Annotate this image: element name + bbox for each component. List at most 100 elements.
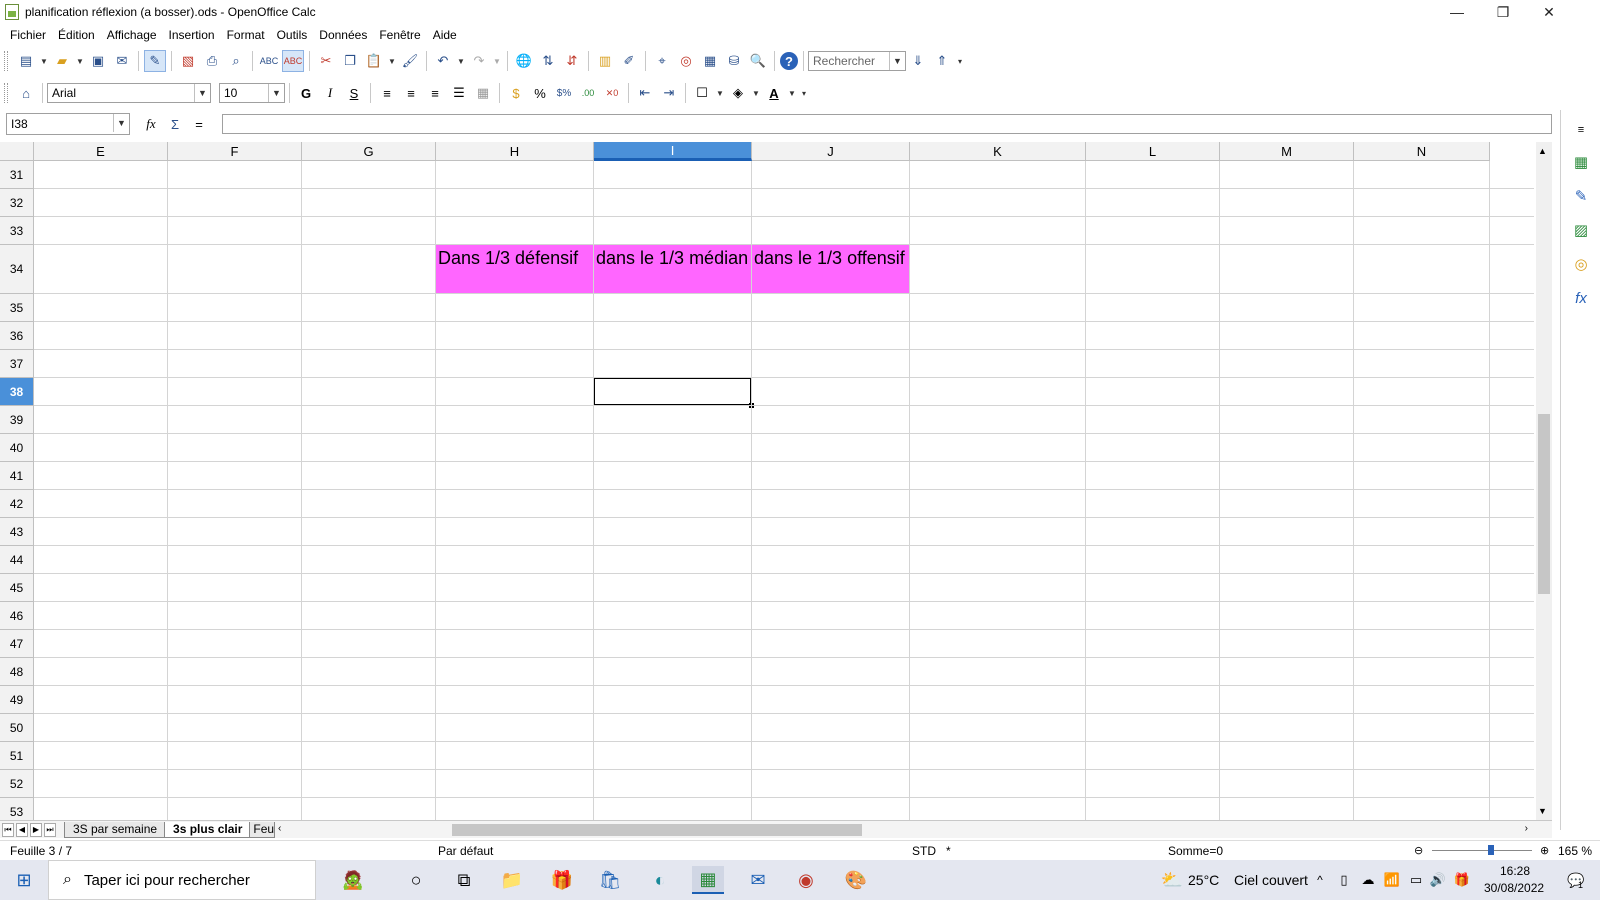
row-header-48[interactable]: 48 [0,658,34,686]
paste-dropdown-icon[interactable]: ▼ [387,50,397,72]
row-header-44[interactable]: 44 [0,546,34,574]
row-header-46[interactable]: 46 [0,602,34,630]
new-document-icon[interactable]: ▤ [15,50,37,72]
vertical-scrollbar[interactable]: ▲ ▼ [1536,142,1552,820]
font-color-icon[interactable]: A [763,82,785,104]
menu-affichage[interactable]: Affichage [101,28,163,42]
tray-app-icon[interactable]: 🎁 [1446,866,1478,894]
toolbar-overflow-icon[interactable]: ▾ [799,82,809,104]
help-icon[interactable]: ? [780,52,798,70]
chrome-browser-icon[interactable]: ◉ [790,866,822,894]
gift-app-icon[interactable]: 🎁 [546,866,578,894]
sum-display[interactable]: Somme=0 [1168,844,1223,858]
minimize-button[interactable]: — [1434,0,1480,24]
standard-format-icon[interactable]: $% [553,82,575,104]
menu-insertion[interactable]: Insertion [163,28,221,42]
row-header-43[interactable]: 43 [0,518,34,546]
edge-browser-icon[interactable]: ◐ [644,866,676,894]
horizontal-scroll-thumb[interactable] [452,824,862,836]
spellcheck-icon[interactable]: ABC [258,50,280,72]
row-header-39[interactable]: 39 [0,406,34,434]
zoom-out-icon[interactable]: ⊖ [1414,844,1423,857]
justify-icon[interactable]: ☰ [448,82,470,104]
properties-icon[interactable]: ▦ [1569,150,1593,174]
search-combo[interactable]: Rechercher ▼ [808,51,906,71]
row-header-34[interactable]: 34 [0,245,34,294]
save-icon[interactable]: ▣ [87,50,109,72]
formula-input[interactable] [222,114,1552,134]
openoffice-calc-taskbar-icon[interactable]: ▦ [692,866,724,894]
weather-temperature[interactable]: 25°C [1188,872,1219,888]
navigator-icon[interactable]: ◎ [675,50,697,72]
chevron-down-icon[interactable]: ▼ [194,84,210,102]
page-style[interactable]: Par défaut [438,844,493,858]
menu-donnees[interactable]: Données [313,28,373,42]
navigator-icon[interactable]: ◎ [1569,252,1593,276]
open-dropdown-icon[interactable]: ▼ [75,50,85,72]
sheet-tab-3s-plus-clair[interactable]: 3s plus clair [164,821,252,838]
sheet-tab-3s-par-semaine[interactable]: 3S par semaine [64,821,167,838]
open-folder-icon[interactable]: ▰ [51,50,73,72]
row-header-47[interactable]: 47 [0,630,34,658]
font-color-dropdown-icon[interactable]: ▼ [787,82,797,104]
print-icon[interactable]: ⎙ [201,50,223,72]
column-header-G[interactable]: G [302,142,436,161]
column-header-F[interactable]: F [168,142,302,161]
toolbar-grip[interactable] [4,51,8,71]
borders-icon[interactable]: ☐ [691,82,713,104]
row-header-53[interactable]: 53 [0,798,34,820]
restore-button[interactable]: ❐ [1480,0,1526,24]
undo-dropdown-icon[interactable]: ▼ [456,50,466,72]
column-header-J[interactable]: J [752,142,910,161]
font-name-combo[interactable]: Arial ▼ [47,83,211,103]
toolbar-grip[interactable] [4,83,8,103]
gallery-icon[interactable]: ▨ [1569,218,1593,242]
cell-J34[interactable]: dans le 1/3 offensif [751,244,910,294]
gallery-icon[interactable]: ▦ [699,50,721,72]
notifications-icon[interactable]: 💬 [1560,866,1592,894]
row-header-32[interactable]: 32 [0,189,34,217]
redo-dropdown-icon[interactable]: ▼ [492,50,502,72]
horizontal-scrollbar[interactable]: ‹ › [278,823,1528,837]
column-header-K[interactable]: K [910,142,1086,161]
add-decimal-icon[interactable]: .00 [577,82,599,104]
currency-format-icon[interactable]: $ [505,82,527,104]
name-box[interactable]: I38 ▼ [6,113,130,135]
row-header-49[interactable]: 49 [0,686,34,714]
scroll-left-icon[interactable]: ‹ [278,823,281,834]
edit-mode-icon[interactable]: ✎ [144,50,166,72]
cell-H34[interactable]: Dans 1/3 défensif [435,244,594,294]
export-pdf-icon[interactable]: ▧ [177,50,199,72]
bold-icon[interactable]: G [295,82,317,104]
equals-icon[interactable]: = [188,113,210,135]
styles-icon[interactable]: ✎ [1569,184,1593,208]
weather-cloud-icon[interactable]: ⛅ [1156,866,1188,894]
cortana-icon[interactable]: ○ [400,866,432,894]
mail-icon[interactable]: ✉ [742,866,774,894]
clock-time[interactable]: 16:28 [1500,864,1530,878]
column-header-H[interactable]: H [436,142,594,161]
email-icon[interactable]: ✉ [111,50,133,72]
column-header-E[interactable]: E [34,142,168,161]
row-header-50[interactable]: 50 [0,714,34,742]
row-header-33[interactable]: 33 [0,217,34,245]
italic-icon[interactable]: I [319,82,341,104]
find-previous-icon[interactable]: ⇑ [931,50,953,72]
row-header-35[interactable]: 35 [0,294,34,322]
print-preview-icon[interactable]: ⌕ [225,50,247,72]
sort-ascending-icon[interactable]: ⇅ [537,50,559,72]
spreadsheet-grid[interactable]: Dans 1/3 défensif dans le 1/3 médian dan… [0,142,1536,820]
new-dropdown-icon[interactable]: ▼ [39,50,49,72]
first-sheet-icon[interactable]: ⏮ [2,822,14,837]
toolbar-overflow-icon[interactable]: ▾ [955,50,965,72]
sidebar-menu-icon[interactable]: ≡ [1569,118,1593,142]
styles-formatting-icon[interactable]: ⌂ [15,82,37,104]
windows-start-icon[interactable]: ⊞ [8,866,40,894]
clock-date[interactable]: 30/08/2022 [1484,881,1544,895]
data-sources-icon[interactable]: ⛁ [723,50,745,72]
zoom-icon[interactable]: 🔍 [747,50,769,72]
find-replace-icon[interactable]: ⌖ [651,50,673,72]
row-header-38[interactable]: 38 [0,378,34,406]
weather-condition[interactable]: Ciel couvert [1234,872,1308,888]
format-paintbrush-icon[interactable]: 🖌 [399,50,421,72]
